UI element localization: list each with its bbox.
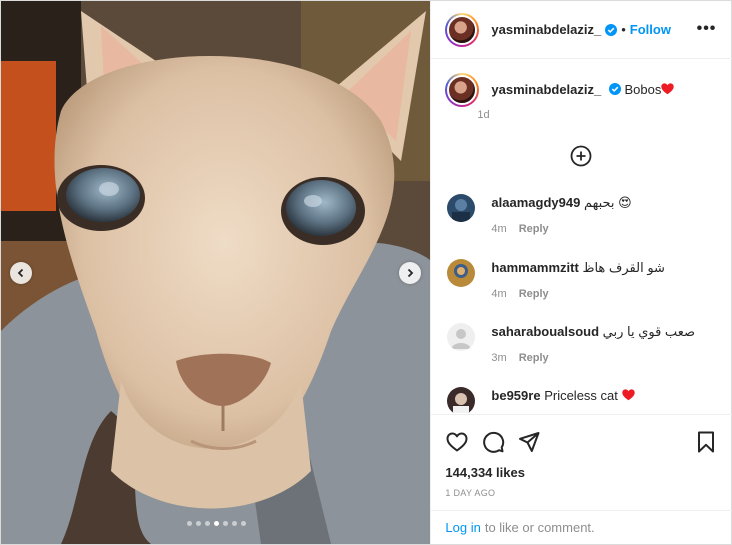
comment-text: Priceless cat xyxy=(544,388,618,403)
comment-time[interactable]: 4m xyxy=(491,288,506,300)
instagram-post: yasminabdelaziz_ • Follow ••• yasminabde… xyxy=(0,0,732,545)
commenter-avatar[interactable] xyxy=(447,194,476,222)
previous-image-button[interactable] xyxy=(10,262,32,284)
verified-badge-icon xyxy=(608,83,621,95)
post-header: yasminabdelaziz_ • Follow ••• xyxy=(431,1,732,59)
comment-text: شو القرف هاظ xyxy=(582,260,665,275)
commenter-username[interactable]: saharaboualsoud xyxy=(491,324,599,339)
comment-time[interactable]: 4m xyxy=(491,223,506,235)
commenter-avatar[interactable] xyxy=(447,259,476,287)
next-image-button[interactable] xyxy=(399,262,421,284)
carousel-dot xyxy=(195,521,201,526)
sphynx-cat-photo xyxy=(1,1,431,544)
comment-time[interactable]: 3m xyxy=(491,352,506,364)
reply-button[interactable]: Reply xyxy=(519,223,549,235)
chevron-left-icon xyxy=(17,268,24,278)
carousel-indicator xyxy=(1,521,430,526)
red-heart-icon xyxy=(621,389,635,401)
caption-text: Bobos xyxy=(624,82,662,97)
paper-plane-icon[interactable] xyxy=(517,430,541,454)
comment-bubble-icon[interactable] xyxy=(481,430,505,454)
login-link[interactable]: Log in xyxy=(445,520,480,535)
reply-button[interactable]: Reply xyxy=(519,352,549,364)
commenter-username[interactable]: hammammzitt xyxy=(491,260,578,275)
commenter-username[interactable]: be959re xyxy=(491,388,540,403)
login-prompt-text: to like or comment. xyxy=(484,520,595,535)
more-options-button[interactable]: ••• xyxy=(697,21,717,37)
author-username[interactable]: yasminabdelaziz_ xyxy=(491,22,601,37)
login-prompt: Log in to like or comment. xyxy=(431,510,732,544)
carousel-dot xyxy=(240,521,246,526)
bookmark-icon[interactable] xyxy=(694,430,718,454)
commenter-avatar[interactable] xyxy=(447,387,476,413)
commenter-avatar[interactable] xyxy=(447,323,476,351)
author-avatar[interactable] xyxy=(445,12,480,47)
caption-author-avatar[interactable] xyxy=(445,73,480,107)
post-details: yasminabdelaziz_ • Follow ••• yasminabde… xyxy=(430,1,732,544)
reply-button[interactable]: Reply xyxy=(519,288,549,300)
caption-username[interactable]: yasminabdelaziz_ xyxy=(491,82,601,97)
likes-count[interactable]: 144,334 likes xyxy=(445,465,525,480)
caption-timestamp[interactable]: 1d xyxy=(477,109,489,121)
verified-badge-icon xyxy=(605,23,618,36)
commenter-username[interactable]: alaamagdy949 xyxy=(491,195,580,210)
post-actions xyxy=(431,414,732,463)
comments-section[interactable]: yasminabdelaziz_ Bobos 1d alaamagdy949 ب… xyxy=(431,59,732,413)
post-caption: yasminabdelaziz_ Bobos xyxy=(445,73,725,107)
carousel-dot xyxy=(186,521,192,526)
chevron-right-icon xyxy=(407,268,414,278)
header-separator: • xyxy=(621,22,626,37)
carousel-dot xyxy=(231,521,237,526)
comment-text: بحبهم 😍 xyxy=(583,195,632,210)
plus-circle-icon[interactable] xyxy=(570,145,592,167)
carousel-dot xyxy=(222,521,228,526)
post-media[interactable] xyxy=(1,1,431,544)
follow-button[interactable]: Follow xyxy=(630,22,671,37)
carousel-dot xyxy=(204,521,210,526)
heart-outline-icon[interactable] xyxy=(445,430,469,454)
post-date[interactable]: 1 DAY AGO xyxy=(445,488,495,498)
red-heart-icon xyxy=(661,83,675,95)
comment-text: صعب قوي يا ربي xyxy=(602,324,695,339)
carousel-dot xyxy=(213,521,219,526)
